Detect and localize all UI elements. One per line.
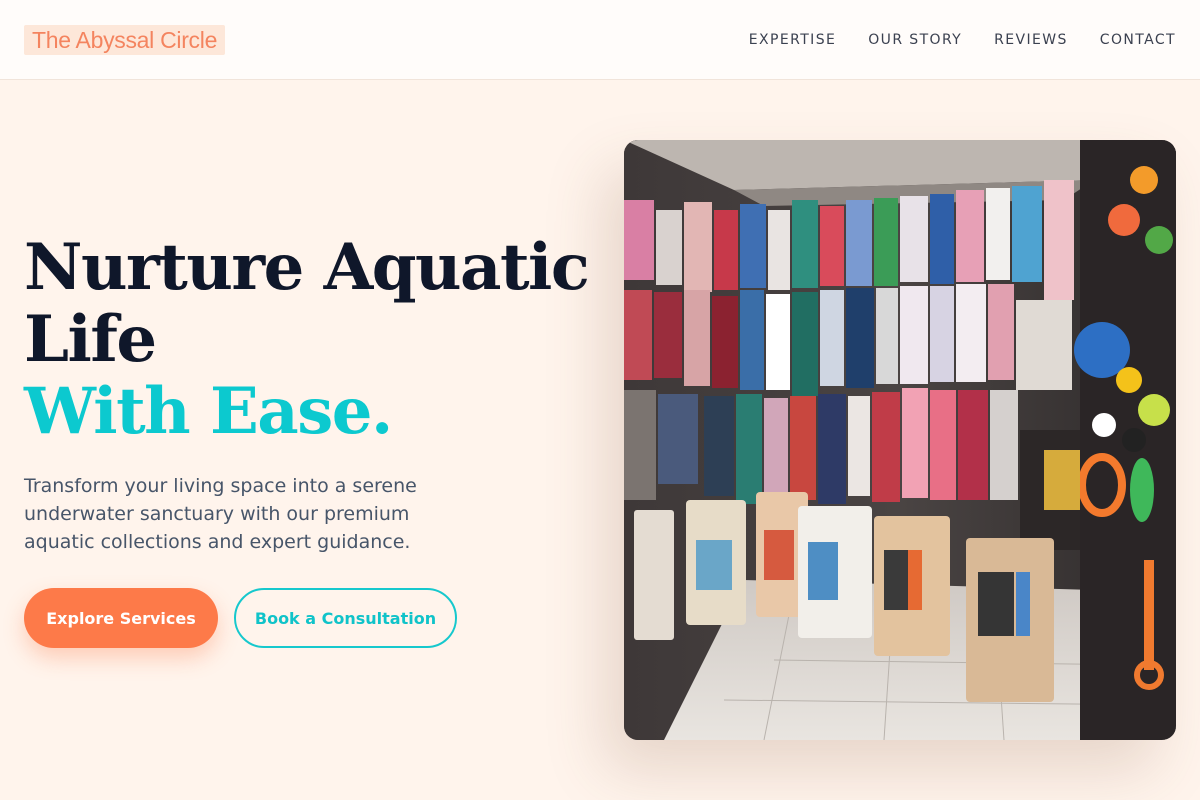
headline-accent: With Ease. bbox=[24, 374, 393, 449]
site-header: The Abyssal Circle EXPERTISE OUR STORY R… bbox=[0, 0, 1200, 80]
explore-services-button[interactable]: Explore Services bbox=[24, 588, 218, 648]
hero-subtitle: Transform your living space into a seren… bbox=[24, 475, 417, 553]
book-consultation-button[interactable]: Book a Consultation bbox=[234, 588, 457, 648]
nav-item-contact[interactable]: CONTACT bbox=[1100, 30, 1176, 50]
hero-headline: Nurture Aquatic Life With Ease. bbox=[24, 232, 604, 448]
nav-item-our-story[interactable]: OUR STORY bbox=[868, 30, 962, 50]
nav-item-reviews[interactable]: REVIEWS bbox=[994, 30, 1068, 50]
hero-image bbox=[624, 140, 1176, 740]
site-logo[interactable]: The Abyssal Circle bbox=[24, 25, 226, 55]
main-nav: EXPERTISE OUR STORY REVIEWS CONTACT bbox=[717, 30, 1176, 50]
headline-line-2: Life bbox=[24, 302, 157, 377]
nav-item-expertise[interactable]: EXPERTISE bbox=[749, 30, 836, 50]
pet-shop-photo bbox=[624, 140, 1176, 740]
headline-line-1: Nurture Aquatic bbox=[24, 230, 590, 305]
